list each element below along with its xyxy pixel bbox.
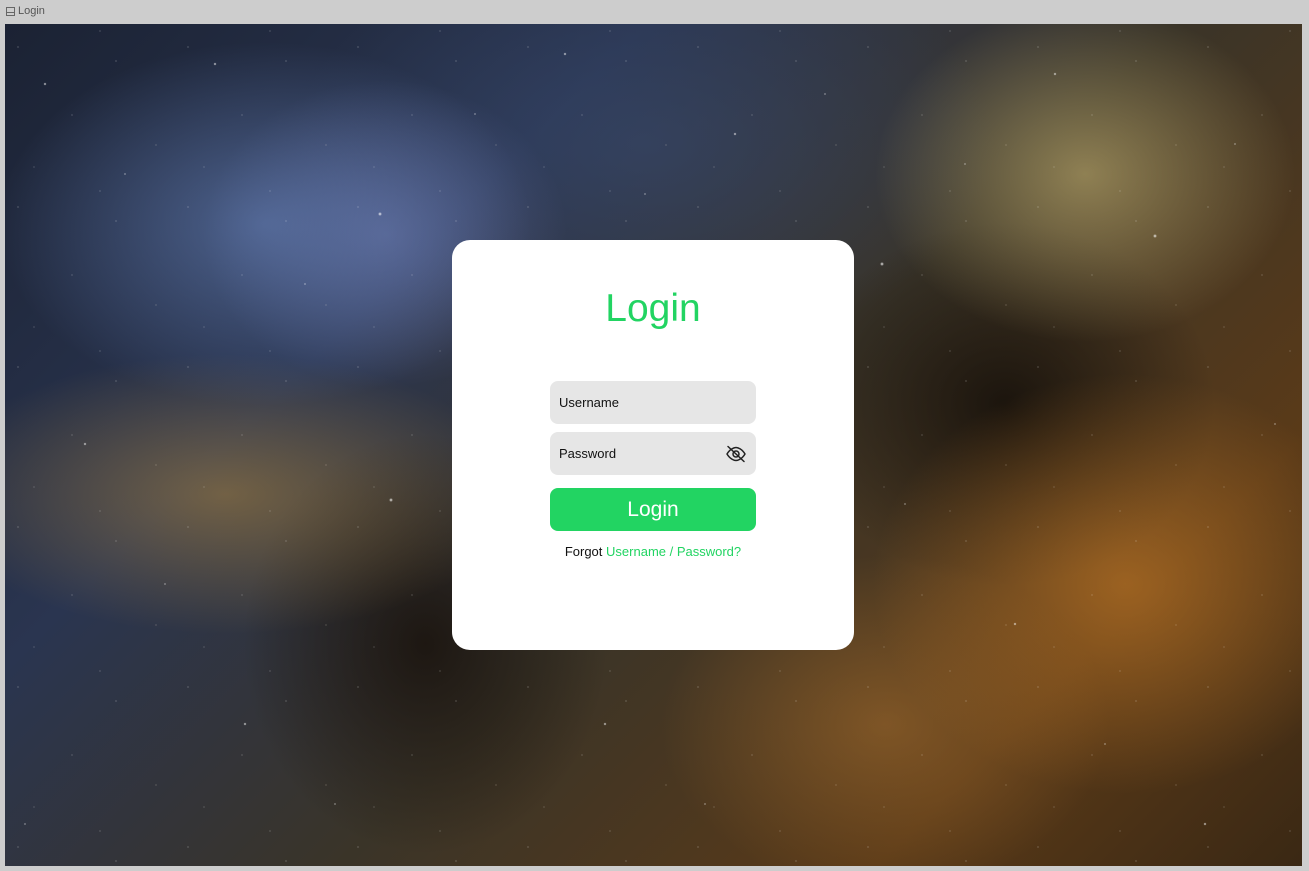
frame-icon: [6, 6, 15, 16]
username-field[interactable]: [550, 381, 756, 424]
password-field[interactable]: [550, 432, 756, 475]
window-title-bar: Login: [6, 3, 45, 19]
forgot-credentials-link[interactable]: Username / Password?: [606, 544, 741, 559]
login-title: Login: [605, 287, 701, 330]
login-button[interactable]: Login: [550, 488, 756, 531]
eye-off-icon[interactable]: [725, 445, 747, 463]
forgot-prefix: Forgot: [564, 544, 603, 559]
password-input[interactable]: [559, 446, 725, 461]
window-title: Login: [18, 5, 45, 17]
forgot-credentials: Forgot Username / Password?: [452, 544, 854, 559]
username-input[interactable]: [559, 395, 747, 410]
